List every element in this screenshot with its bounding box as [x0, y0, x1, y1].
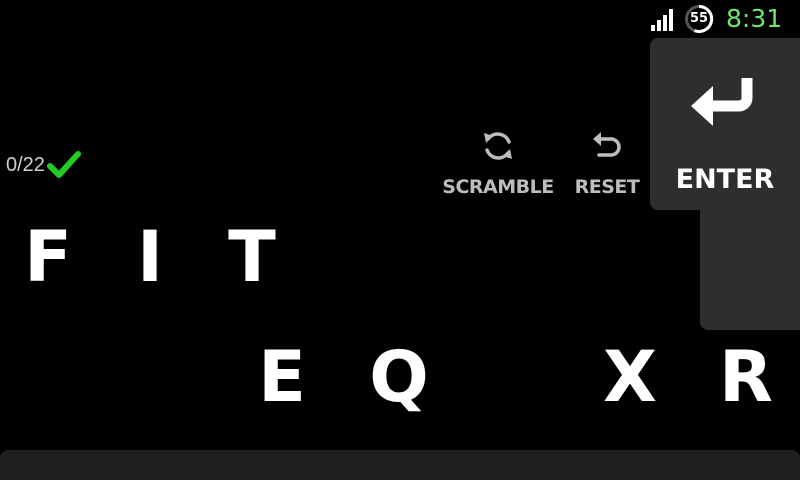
- guess-letter-tile[interactable]: I: [120, 222, 180, 292]
- reset-label: RESET: [574, 176, 640, 198]
- signal-bars-icon: [651, 9, 673, 31]
- score-text: 0/22: [6, 153, 45, 176]
- battery-circle-icon: 55: [684, 4, 714, 34]
- score-indicator: 0/22: [6, 150, 81, 180]
- guess-letter-tile[interactable]: F: [18, 222, 78, 292]
- bottom-panel: [0, 450, 800, 480]
- clock: 8:31: [726, 4, 783, 33]
- status-bar: 55 8:31: [640, 0, 800, 38]
- battery-level: 55: [689, 11, 709, 26]
- refresh-icon: [484, 132, 512, 160]
- pool-letter-tile[interactable]: X: [600, 342, 660, 412]
- scramble-button[interactable]: SCRAMBLE: [440, 126, 556, 200]
- undo-icon: [593, 132, 621, 157]
- pool-letter-tile[interactable]: R: [716, 342, 776, 412]
- enter-arrow-icon: [691, 78, 753, 126]
- scramble-label: SCRAMBLE: [442, 176, 554, 198]
- enter-label: ENTER: [675, 164, 775, 195]
- enter-button[interactable]: ENTER: [650, 38, 800, 210]
- reset-button[interactable]: RESET: [570, 126, 644, 200]
- guess-letter-tile[interactable]: T: [222, 222, 282, 292]
- pool-letter-tile[interactable]: E: [252, 342, 312, 412]
- game-screen: 55 8:31 0/22 SCRAMBLE RESET ENTER F I T …: [0, 0, 800, 480]
- pool-letter-tile[interactable]: Q: [369, 342, 429, 412]
- check-icon: [46, 151, 81, 178]
